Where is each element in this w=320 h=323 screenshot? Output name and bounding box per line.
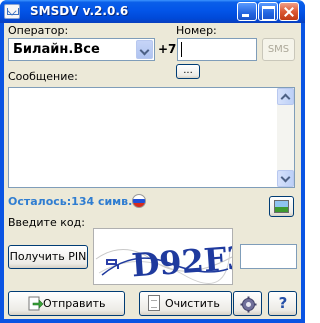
send-label: Отправить [43, 297, 106, 310]
code-label: Введите код: [8, 216, 85, 229]
title-bar[interactable]: SMSDV v.2.0.6 [0, 0, 305, 23]
russia-flag-icon[interactable] [132, 194, 146, 208]
app-icon[interactable] [4, 4, 20, 19]
help-button[interactable]: ? [268, 291, 297, 316]
scroll-up-icon[interactable] [277, 88, 294, 105]
country-prefix: +7 [158, 42, 177, 56]
clear-label: Очистить [165, 297, 220, 310]
send-button[interactable]: Отправить [8, 291, 125, 316]
captcha-image: D92F3 [93, 228, 233, 285]
gear-icon [240, 296, 257, 313]
remaining-chars: Осталось:134 симв. [8, 195, 133, 208]
picture-button[interactable] [269, 196, 294, 217]
document-icon [148, 295, 160, 311]
operator-select[interactable]: Билайн.Все [8, 38, 155, 61]
scroll-down-icon[interactable] [277, 170, 294, 187]
sms-button[interactable]: SMS [262, 38, 295, 61]
settings-button[interactable] [233, 291, 262, 316]
send-arrow-icon [28, 296, 43, 311]
close-button[interactable] [279, 2, 299, 21]
message-label: Сообщение: [8, 70, 78, 83]
help-icon: ? [278, 294, 288, 312]
contacts-button[interactable]: ... [176, 64, 200, 79]
clear-button[interactable]: Очистить [139, 291, 232, 316]
operator-label: Оператор: [8, 24, 69, 37]
code-input[interactable] [240, 244, 297, 269]
message-textarea[interactable] [8, 87, 295, 188]
chevron-down-icon[interactable] [136, 40, 153, 59]
minimize-button[interactable] [237, 2, 257, 21]
text-caret [181, 42, 182, 57]
client-area: Оператор: Номер: Билайн.Все +7 SMS ... С… [4, 23, 301, 319]
captcha-graphic: D92F3 [95, 238, 233, 284]
picture-icon [274, 200, 289, 213]
maximize-button[interactable] [258, 2, 278, 21]
number-label: Номер: [176, 24, 217, 37]
app-window: SMSDV v.2.0.6 Оператор: Номер: Билайн.Вс… [0, 0, 305, 323]
message-scrollbar[interactable] [277, 88, 294, 187]
phone-number-input[interactable] [177, 38, 257, 61]
window-title: SMSDV v.2.0.6 [30, 4, 129, 18]
operator-value: Билайн.Все [13, 42, 100, 57]
get-pin-button[interactable]: Получить PIN [8, 245, 88, 269]
captcha-text: D92F3 [130, 238, 233, 284]
